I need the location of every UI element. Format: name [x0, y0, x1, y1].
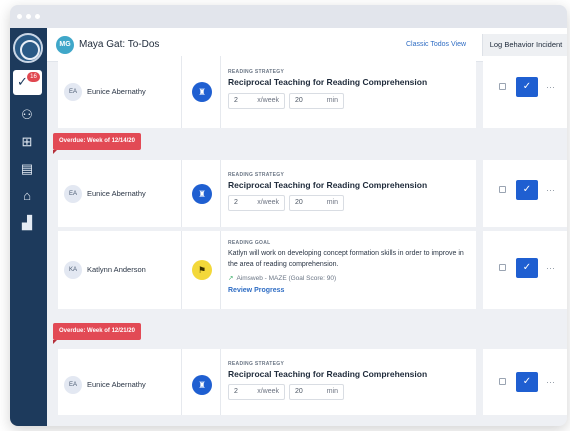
- minutes-unit: min: [326, 388, 338, 395]
- measure-label: Aimsweb - MAZE (Goal Score: 90): [236, 275, 337, 282]
- goal-measure: ↗ Aimsweb - MAZE (Goal Score: 90): [228, 274, 336, 282]
- divider: [181, 231, 182, 309]
- divider: [220, 160, 221, 227]
- minutes-unit: min: [326, 199, 338, 206]
- frequency-value: 2: [234, 388, 238, 395]
- avatar: EA: [64, 376, 82, 394]
- complete-button[interactable]: ✓: [516, 372, 538, 392]
- more-options-icon[interactable]: ···: [546, 377, 555, 387]
- avatar: KA: [64, 261, 82, 279]
- item-title[interactable]: Reciprocal Teaching for Reading Comprehe…: [228, 77, 427, 87]
- divider: [220, 56, 221, 128]
- select-checkbox[interactable]: [499, 378, 506, 385]
- strategy-type-icon: ♜: [192, 375, 212, 395]
- avatar: EA: [64, 83, 82, 101]
- overdue-label: Overdue: Week of 12/14/20: [53, 133, 141, 154]
- student-name[interactable]: Eunice Abernathy: [87, 87, 146, 96]
- todo-actions: ✓ ···: [483, 160, 567, 227]
- avatar: EA: [64, 185, 82, 203]
- complete-button-menu[interactable]: ✓: [516, 258, 538, 278]
- frequency-unit: x/week: [257, 199, 279, 206]
- item-type-label: READING STRATEGY: [228, 69, 285, 75]
- frequency-unit: x/week: [257, 97, 279, 104]
- student-name[interactable]: Eunice Abernathy: [87, 189, 146, 198]
- divider: [220, 231, 221, 309]
- minutes-field[interactable]: 20 min: [289, 93, 344, 109]
- frequency-unit: x/week: [257, 388, 279, 395]
- student-name[interactable]: Katlynn Anderson: [87, 265, 146, 274]
- select-checkbox[interactable]: [499, 186, 506, 193]
- frequency-value: 2: [234, 97, 238, 104]
- minutes-value: 20: [295, 199, 303, 206]
- item-title[interactable]: Reciprocal Teaching for Reading Comprehe…: [228, 369, 427, 379]
- strategy-type-icon: ♜: [192, 82, 212, 102]
- overdue-label: Overdue: Week of 12/21/20: [53, 323, 141, 344]
- select-checkbox[interactable]: [499, 264, 506, 271]
- divider: [181, 160, 182, 227]
- minutes-unit: min: [326, 97, 338, 104]
- flag-icon: ⚑: [192, 260, 212, 280]
- todo-card: EA Eunice Abernathy ♜ READING STRATEGY R…: [58, 349, 476, 415]
- more-options-icon[interactable]: ···: [546, 185, 555, 195]
- goal-description: Katlyn will work on developing concept f…: [228, 250, 464, 268]
- minutes-value: 20: [295, 388, 303, 395]
- item-title[interactable]: Reciprocal Teaching for Reading Comprehe…: [228, 180, 427, 190]
- divider: [220, 349, 221, 415]
- todo-card: KA Katlynn Anderson ⚑ READING GOAL Katly…: [58, 231, 476, 309]
- todo-actions: ✓ ···: [483, 231, 567, 309]
- divider: [181, 56, 182, 128]
- more-options-icon[interactable]: ···: [546, 82, 555, 92]
- minutes-field[interactable]: 20 min: [289, 384, 344, 400]
- divider: [181, 349, 182, 415]
- complete-button[interactable]: ✓: [516, 180, 538, 200]
- item-type-label: READING STRATEGY: [228, 361, 285, 367]
- item-type-label: READING GOAL: [228, 240, 271, 246]
- frequency-field[interactable]: 2 x/week: [228, 384, 285, 400]
- frequency-field[interactable]: 2 x/week: [228, 195, 285, 211]
- minutes-value: 20: [295, 97, 303, 104]
- minutes-field[interactable]: 20 min: [289, 195, 344, 211]
- select-checkbox[interactable]: [499, 83, 506, 90]
- frequency-value: 2: [234, 199, 238, 206]
- todo-card: EA Eunice Abernathy ♜ READING STRATEGY R…: [58, 56, 476, 128]
- review-progress-link[interactable]: Review Progress: [228, 287, 284, 294]
- item-type-label: READING STRATEGY: [228, 172, 285, 178]
- student-name[interactable]: Eunice Abernathy: [87, 380, 146, 389]
- todo-actions: ✓ ···: [483, 56, 567, 128]
- todo-actions: ✓ ···: [483, 349, 567, 415]
- todo-list: EA Eunice Abernathy ♜ READING STRATEGY R…: [10, 5, 567, 426]
- strategy-type-icon: ♜: [192, 184, 212, 204]
- todo-card: EA Eunice Abernathy ♜ READING STRATEGY R…: [58, 160, 476, 227]
- trend-icon: ↗: [228, 275, 234, 282]
- frequency-field[interactable]: 2 x/week: [228, 93, 285, 109]
- more-options-icon[interactable]: ···: [546, 263, 555, 273]
- complete-button[interactable]: ✓: [516, 77, 538, 97]
